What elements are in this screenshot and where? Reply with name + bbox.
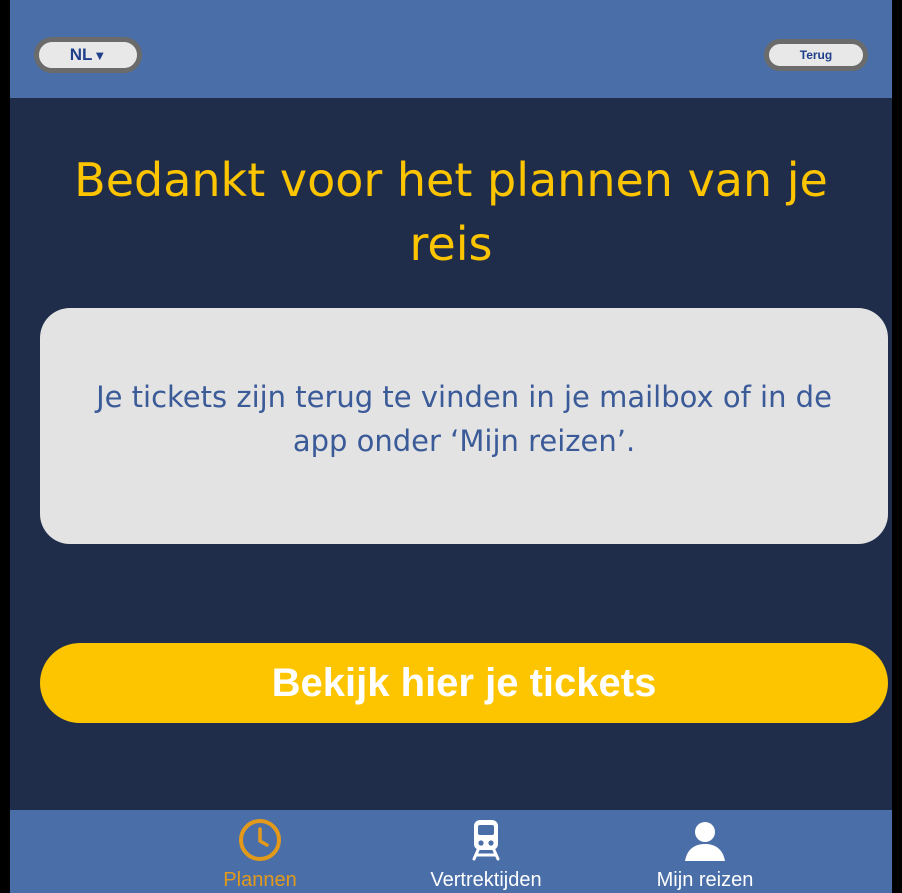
top-bar: NL ▼ Terug <box>10 0 892 98</box>
view-tickets-button[interactable]: Bekijk hier je tickets <box>40 643 888 723</box>
page-title: Bedankt voor het plannen van je reis <box>74 153 828 271</box>
tab-vertrektijden[interactable]: Vertrektijden <box>402 810 570 893</box>
user-icon <box>683 810 727 862</box>
language-label: NL <box>69 45 93 64</box>
tab-plannen[interactable]: Plannen <box>210 810 310 893</box>
back-button[interactable]: Terug <box>764 39 868 71</box>
tab-vertrektijden-label: Vertrektijden <box>430 869 542 891</box>
tab-mijn-reizen[interactable]: Mijn reizen <box>640 810 770 893</box>
back-button-label: Terug <box>799 48 833 62</box>
app-screen: NL ▼ Terug Bedankt voor het plannen van … <box>10 0 892 893</box>
info-text: Je tickets zijn terug te vinden in je ma… <box>96 380 832 458</box>
train-icon <box>471 810 501 862</box>
info-card: Je tickets zijn terug te vinden in je ma… <box>40 308 888 544</box>
tab-plannen-label: Plannen <box>223 869 297 891</box>
caret-down-icon: ▼ <box>93 47 107 63</box>
view-tickets-label: Bekijk hier je tickets <box>271 660 657 705</box>
bottom-tab-bar: Plannen Vertrektijden Mijn reizen <box>10 810 892 893</box>
language-selector[interactable]: NL ▼ <box>34 37 142 73</box>
clock-icon <box>238 810 282 862</box>
tab-mijn-reizen-label: Mijn reizen <box>656 869 754 891</box>
